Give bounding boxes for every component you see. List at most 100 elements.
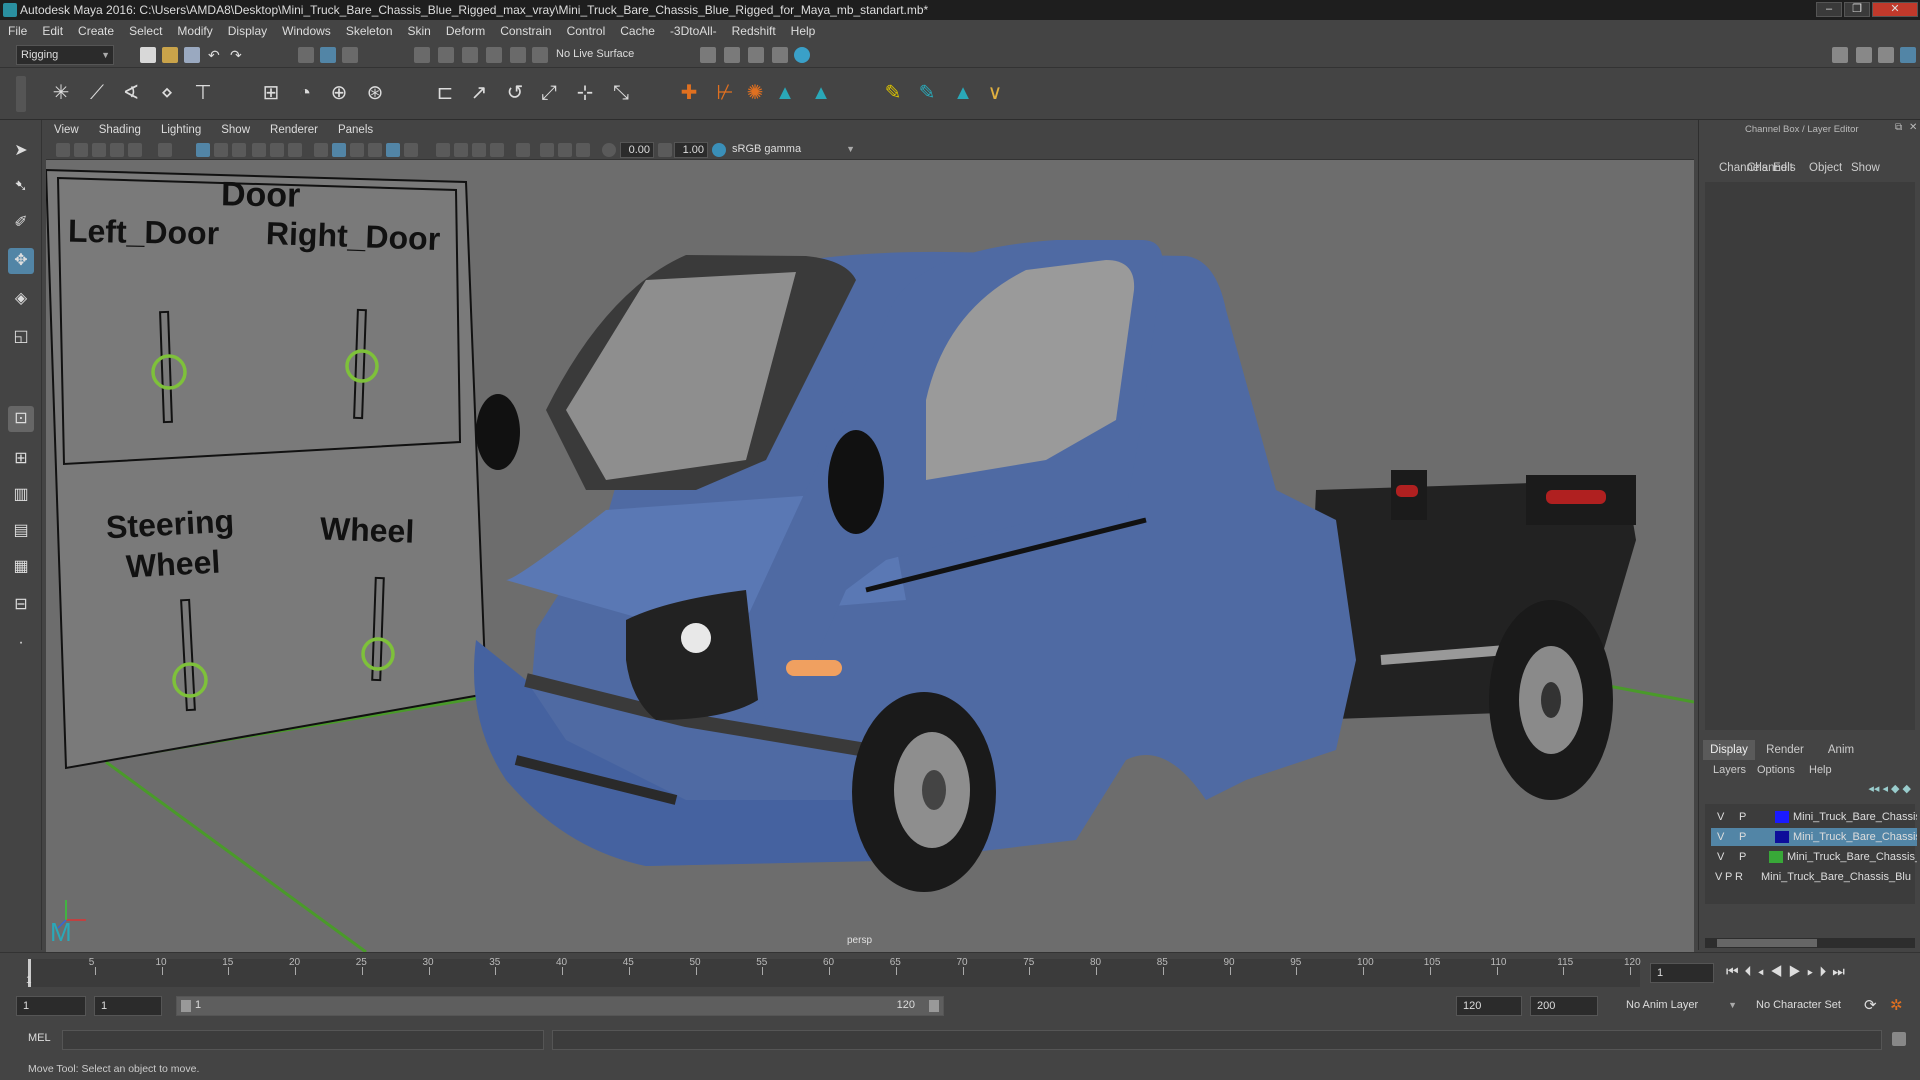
two-d-pan-icon[interactable] (128, 143, 142, 157)
motion-blur-icon[interactable] (472, 143, 486, 157)
menu-create[interactable]: Create (78, 24, 114, 38)
go-to-end-icon[interactable]: ⏭ (1832, 963, 1851, 979)
persp-graph-layout-icon[interactable]: ▤ (8, 518, 34, 544)
menu-deform[interactable]: Deform (446, 24, 485, 38)
view-transform-selector[interactable]: sRGB gamma ▼ (728, 142, 858, 158)
snap-point-icon[interactable] (462, 47, 478, 63)
bookmark-icon[interactable] (92, 143, 106, 157)
scrollbar-thumb[interactable] (1717, 939, 1817, 947)
layer-color-swatch[interactable] (1775, 831, 1789, 843)
aim-constraint-icon[interactable]: ↗ (466, 80, 492, 106)
undo-icon[interactable]: ↶ (208, 47, 224, 63)
mirror-joint-icon[interactable]: ⋄ (154, 80, 180, 106)
attribute-editor-icon[interactable] (1856, 47, 1872, 63)
rotate-tool-icon[interactable]: ◈ (8, 286, 34, 312)
menu-cache[interactable]: Cache (620, 24, 655, 38)
new-scene-icon[interactable] (140, 47, 156, 63)
menu-display[interactable]: Display (228, 24, 267, 38)
options-menu[interactable]: Options (1757, 764, 1795, 776)
step-back-key-icon[interactable]: ⏴ (1745, 963, 1758, 979)
vp-menu-shading[interactable]: Shading (99, 124, 141, 136)
anim-tab[interactable]: Anim (1815, 740, 1867, 760)
menu-redshift[interactable]: Redshift (732, 24, 776, 38)
smooth-shade-icon[interactable] (332, 143, 346, 157)
orient-constraint-icon[interactable]: ↺ (502, 80, 528, 106)
truck-chassis[interactable] (1306, 470, 1636, 800)
custom-layout-icon[interactable]: ⊟ (8, 592, 34, 618)
open-scene-icon[interactable] (162, 47, 178, 63)
resolution-gate-icon[interactable] (232, 143, 246, 157)
perspective-viewport[interactable]: Door Left_Door Right_Door Steering Wheel… (46, 160, 1694, 952)
step-forward-frame-icon[interactable]: ▸ (1807, 963, 1819, 979)
tool-settings-icon[interactable] (1878, 47, 1894, 63)
shadows-icon[interactable] (436, 143, 450, 157)
ik-handle-icon[interactable]: ⟋ (84, 80, 110, 106)
xray-active-icon[interactable] (558, 143, 572, 157)
layer-row[interactable]: V P R Mini_Truck_Bare_Chassis_Blu (1711, 868, 1917, 886)
float-panel-icon[interactable]: ⧉ (1895, 122, 1902, 133)
hypershade-layout-icon[interactable]: ▦ (8, 554, 34, 580)
live-surface-field[interactable]: No Live Surface (552, 45, 652, 65)
select-hierarchy-icon[interactable] (298, 47, 314, 63)
anim-layer-selector[interactable]: No Anim Layer ▼ (1622, 996, 1740, 1016)
wireframe-on-shaded-icon[interactable] (368, 143, 382, 157)
vp-menu-renderer[interactable]: Renderer (270, 124, 318, 136)
show-menu[interactable]: Show (1851, 162, 1880, 174)
pole-vector-icon[interactable]: ⤡ (608, 80, 634, 106)
vp-menu-show[interactable]: Show (221, 124, 250, 136)
orient-joint-icon[interactable]: ⊤ (190, 80, 216, 106)
menu-constrain[interactable]: Constrain (500, 24, 551, 38)
snap-surface-icon[interactable] (510, 47, 526, 63)
layout-options-icon[interactable]: · (8, 630, 34, 656)
cluster-icon[interactable]: ⊛ (362, 80, 388, 106)
layer-row[interactable]: V P Mini_Truck_Bare_Chassis_ (1711, 848, 1917, 866)
scale-constraint-icon[interactable]: ⤢ (536, 80, 562, 106)
wireframe-icon[interactable] (314, 143, 328, 157)
use-all-lights-icon[interactable] (404, 143, 418, 157)
image-plane-icon[interactable] (110, 143, 124, 157)
render-settings-icon[interactable] (700, 47, 716, 63)
ik-spline-icon[interactable]: ∢ (118, 80, 144, 106)
playback-start-field[interactable]: 1 (94, 996, 162, 1016)
menu-modify[interactable]: Modify (177, 24, 212, 38)
vp-menu-panels[interactable]: Panels (338, 124, 373, 136)
xray-joints-icon[interactable] (576, 143, 590, 157)
safe-action-icon[interactable] (288, 143, 302, 157)
snap-view-icon[interactable] (486, 47, 502, 63)
render-tab[interactable]: Render (1759, 740, 1811, 760)
display-tab[interactable]: Display (1703, 740, 1755, 760)
snap-grid-icon[interactable] (414, 47, 430, 63)
shelf-tabs-toggle[interactable] (16, 76, 26, 112)
range-start-handle[interactable] (181, 1000, 191, 1012)
play-backwards-icon[interactable]: ◀ (1770, 963, 1789, 979)
script-editor-icon[interactable] (1892, 1032, 1906, 1046)
isolate-select-icon[interactable] (516, 143, 530, 157)
snap-curve-icon[interactable] (438, 47, 454, 63)
character-set-selector[interactable]: No Character Set (1752, 996, 1862, 1016)
xray-icon[interactable] (540, 143, 554, 157)
layer-row[interactable]: V P Mini_Truck_Bare_Chassis (1711, 808, 1917, 826)
lasso-tool-icon[interactable]: ➷ (8, 174, 34, 200)
menu-3dtoall[interactable]: -3DtoAll- (670, 24, 717, 38)
playback-end-field[interactable]: 120 (1456, 996, 1522, 1016)
layer-row-selected[interactable]: V P Mini_Truck_Bare_Chassis (1711, 828, 1917, 846)
step-back-frame-icon[interactable]: ◂ (1758, 963, 1770, 979)
menu-windows[interactable]: Windows (282, 24, 331, 38)
layers-menu[interactable]: Layers (1713, 764, 1746, 776)
menu-control[interactable]: Control (567, 24, 606, 38)
command-input[interactable] (62, 1030, 544, 1050)
close-button[interactable]: ✕ (1872, 2, 1918, 17)
lattice-icon[interactable]: ⊕ (326, 80, 352, 106)
edit-menu[interactable]: Edit (1773, 162, 1793, 174)
joint-tool-icon[interactable]: ✳ (48, 80, 74, 106)
camera-select-icon[interactable] (56, 143, 70, 157)
paint-select-tool-icon[interactable]: ✐ (8, 210, 34, 236)
ipr-render-icon[interactable] (748, 47, 764, 63)
gamma-icon[interactable] (658, 143, 672, 157)
gate-mask-icon[interactable] (252, 143, 266, 157)
exposure-field[interactable]: 0.00 (620, 142, 654, 158)
scale-tool-icon[interactable]: ◱ (8, 324, 34, 350)
field-chart-icon[interactable] (270, 143, 284, 157)
human-ik-icon[interactable]: ▲ (772, 80, 798, 106)
layer-help-menu[interactable]: Help (1809, 764, 1832, 776)
